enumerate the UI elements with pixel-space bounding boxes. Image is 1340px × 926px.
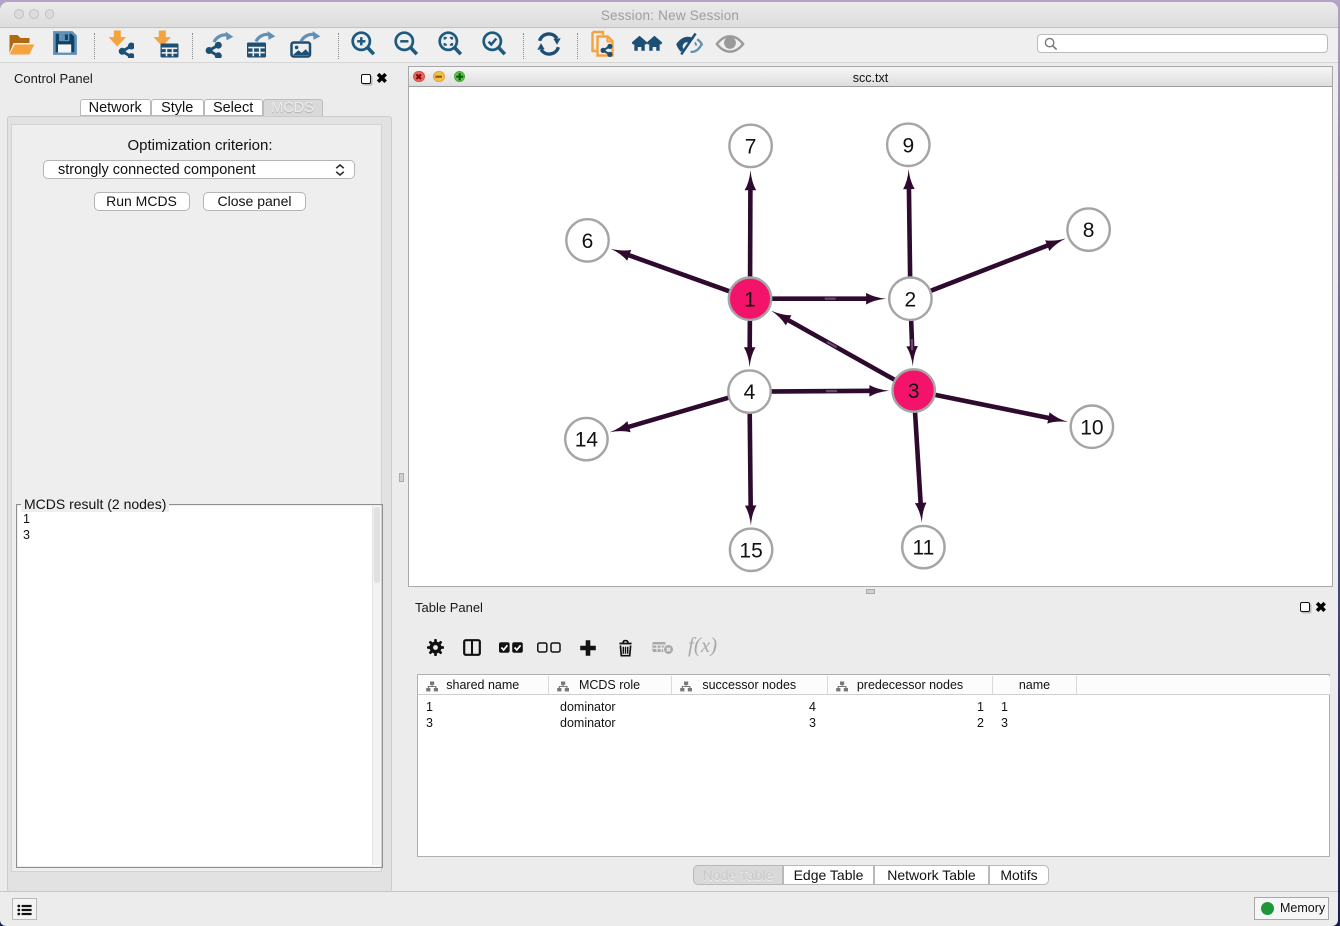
svg-text:3: 3 — [908, 380, 920, 403]
svg-text:1: 1 — [744, 288, 756, 311]
svg-text:6: 6 — [582, 230, 594, 253]
svg-text:4: 4 — [744, 381, 756, 404]
svg-text:9: 9 — [902, 134, 914, 157]
svg-text:8: 8 — [1083, 219, 1095, 242]
svg-text:11: 11 — [912, 537, 934, 560]
svg-text:14: 14 — [575, 429, 599, 452]
svg-text:7: 7 — [745, 136, 757, 159]
svg-text:15: 15 — [739, 539, 762, 562]
svg-text:2: 2 — [905, 288, 917, 311]
svg-text:10: 10 — [1080, 416, 1103, 439]
